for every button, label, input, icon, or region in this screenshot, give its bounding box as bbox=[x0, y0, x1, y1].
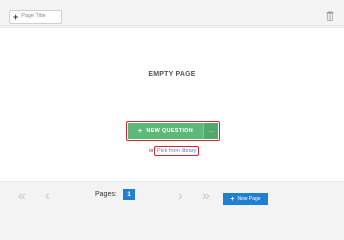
double-chevron-right-icon[interactable]: » bbox=[202, 186, 210, 204]
pagination-bar: « ‹ Pages: 1 › » + New Page bbox=[0, 183, 344, 209]
chevron-right-icon[interactable]: › bbox=[178, 186, 183, 204]
new-question-label: NEW QUESTION bbox=[146, 128, 194, 134]
pages-label: Pages: bbox=[95, 191, 117, 198]
page-toolbar: + Page Title bbox=[0, 0, 344, 26]
new-question-more-button[interactable]: … bbox=[203, 123, 218, 139]
plus-icon: + bbox=[13, 11, 19, 22]
ellipsis-icon: … bbox=[208, 128, 214, 134]
page-number-button[interactable]: 1 bbox=[123, 189, 135, 200]
chevron-left-icon[interactable]: ‹ bbox=[45, 186, 50, 204]
pick-from-library-link[interactable]: Pick from library bbox=[154, 146, 200, 156]
add-page-title-button[interactable]: + Page Title bbox=[9, 10, 62, 24]
page-title-label: Page Title bbox=[21, 13, 46, 20]
double-chevron-left-icon[interactable]: « bbox=[18, 186, 26, 204]
library-link-label: Pick from library bbox=[157, 148, 197, 154]
new-page-label: New Page bbox=[237, 196, 261, 202]
new-page-button[interactable]: + New Page bbox=[223, 193, 268, 205]
plus-icon: + bbox=[137, 127, 143, 135]
new-question-highlight: + NEW QUESTION … bbox=[126, 121, 220, 141]
trash-icon[interactable] bbox=[326, 11, 334, 21]
survey-page: EMPTY PAGE + NEW QUESTION … or Pick from… bbox=[0, 27, 344, 182]
empty-page-label: EMPTY PAGE bbox=[148, 71, 196, 78]
new-question-button[interactable]: + NEW QUESTION bbox=[128, 123, 203, 139]
plus-icon: + bbox=[230, 195, 235, 203]
